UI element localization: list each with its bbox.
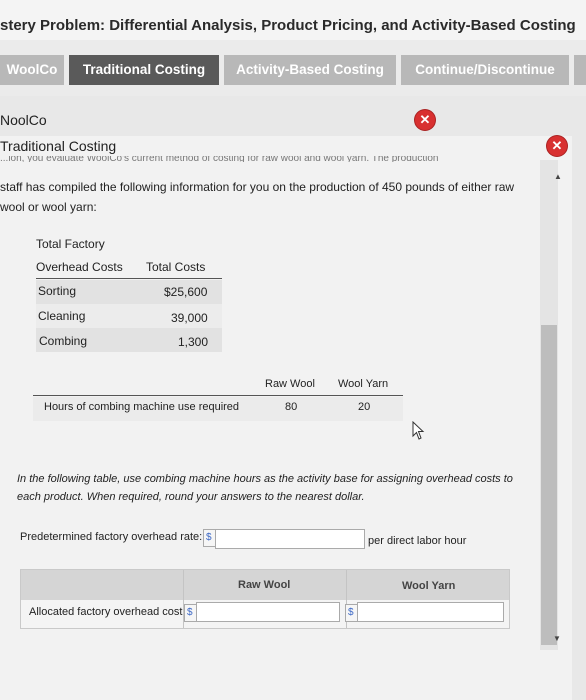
alloc-wool-yarn-input[interactable] (357, 602, 504, 622)
overhead-header-col1: Overhead Costs (36, 260, 123, 274)
overhead-row-value: $25,600 (164, 285, 208, 299)
tab-next-partial[interactable] (574, 55, 586, 85)
scrollbar-thumb[interactable] (541, 325, 557, 645)
rate-unit-label: per direct labor hour (368, 535, 467, 547)
alloc-col-raw-wool: Raw Wool (238, 579, 291, 591)
tab-continue-discontinue[interactable]: Continue/Discontinue (401, 55, 569, 85)
overhead-header-col2: Total Costs (146, 260, 206, 274)
tab-bar: WoolCo Traditional Costing Activity-Base… (0, 55, 586, 87)
hours-row-label: Hours of combing machine use required (44, 401, 240, 413)
cutoff-text: ...ion, you evaluate WoolCo's current me… (0, 156, 439, 162)
overhead-row-label: Sorting (38, 284, 77, 298)
hours-header-rule (33, 395, 403, 396)
alloc-row-label: Allocated factory overhead cost (29, 606, 183, 618)
intro-text: staff has compiled the following informa… (0, 180, 515, 214)
close-icon: ✕ (419, 112, 431, 127)
alloc-raw-wool-input[interactable] (196, 602, 340, 622)
overhead-row-label: Combing (39, 334, 88, 348)
tab-woolco[interactable]: WoolCo (0, 55, 64, 85)
page-title: stery Problem: Differential Analysis, Pr… (0, 17, 576, 34)
tab-traditional-costing[interactable]: Traditional Costing (69, 55, 219, 85)
close-icon: ✕ (551, 138, 563, 153)
rate-input[interactable] (215, 529, 365, 549)
scroll-up-icon[interactable]: ▲ (554, 172, 562, 181)
overhead-row-value: 1,300 (178, 335, 209, 349)
instruction-text: In the following table, use combing mach… (17, 473, 513, 503)
overhead-header-line1: Total Factory (36, 237, 105, 251)
alloc-col-wool-yarn: Wool Yarn (402, 580, 456, 592)
woolco-panel-title: NoolCo (0, 112, 47, 128)
rate-label: Predetermined factory overhead rate: (20, 531, 203, 543)
hours-col-wool-yarn: Wool Yarn (338, 378, 389, 390)
overhead-header-rule (36, 278, 222, 279)
woolco-panel-close-button[interactable]: ✕ (415, 110, 435, 130)
traditional-costing-close-button[interactable]: ✕ (547, 136, 567, 156)
hours-col-raw-wool: Raw Wool (265, 378, 315, 390)
scroll-down-icon[interactable]: ▼ (553, 634, 561, 643)
combing-hours-table: Raw Wool Wool Yarn Hours of combing mach… (33, 376, 403, 426)
overhead-row-value: 39,000 (171, 311, 208, 325)
hours-wool-yarn-value: 20 (358, 401, 371, 413)
overhead-row-label: Cleaning (38, 309, 86, 323)
tab-activity-based-costing[interactable]: Activity-Based Costing (224, 55, 396, 85)
traditional-costing-title: Traditional Costing (0, 138, 117, 154)
mouse-cursor-icon (412, 421, 425, 440)
hours-raw-wool-value: 80 (285, 401, 298, 413)
